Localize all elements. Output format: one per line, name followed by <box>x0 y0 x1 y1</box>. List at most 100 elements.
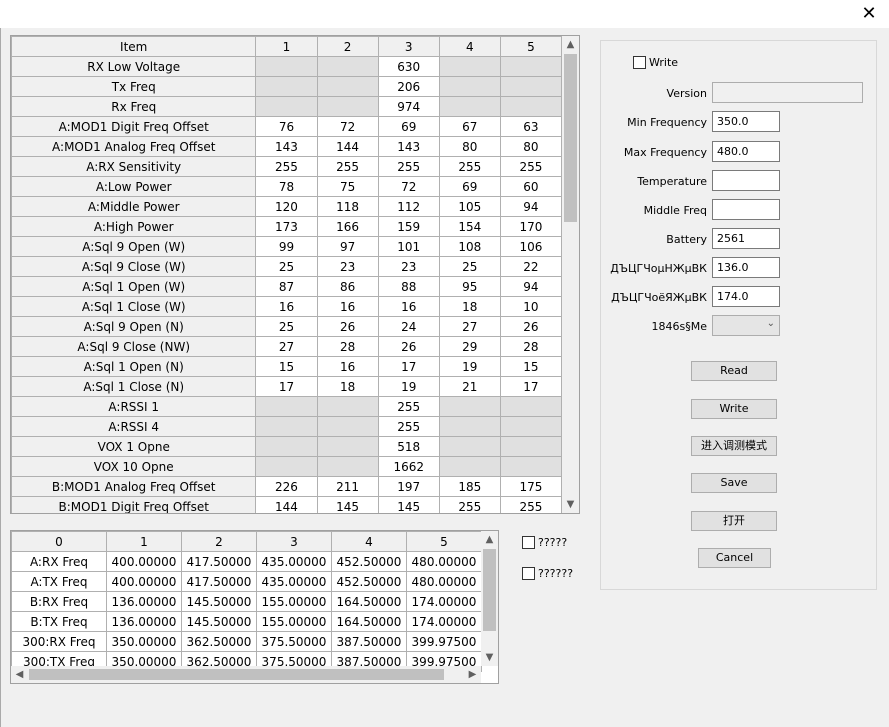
table-cell[interactable]: 16 <box>316 296 379 317</box>
option-checkbox-1[interactable]: ????? <box>522 536 567 549</box>
table-cell[interactable]: 974 <box>377 96 440 117</box>
battery-field[interactable]: 2561 <box>712 228 780 249</box>
write-checkbox[interactable]: Write <box>633 56 678 69</box>
cancel-button[interactable]: Cancel <box>698 548 771 568</box>
table-cell[interactable] <box>255 436 318 457</box>
table-cell[interactable]: 255 <box>255 156 318 177</box>
middle-freq-field[interactable] <box>712 199 780 220</box>
table-cell[interactable]: 145.50000 <box>181 611 257 632</box>
table-cell[interactable]: 417.50000 <box>181 551 257 572</box>
table-cell[interactable]: 23 <box>377 256 440 277</box>
table-cell[interactable]: 255 <box>438 156 501 177</box>
table-cell[interactable] <box>438 456 501 477</box>
table-cell[interactable]: 255 <box>499 156 563 177</box>
chevron-down-icon[interactable]: ⌄ <box>767 318 775 329</box>
table-cell[interactable]: 10 <box>499 296 563 317</box>
table-cell[interactable]: 72 <box>316 116 379 137</box>
table-cell[interactable]: 60 <box>499 176 563 197</box>
table-cell[interactable]: 350.00000 <box>106 631 182 652</box>
row-label[interactable]: A:Sql 1 Open (W) <box>11 276 257 297</box>
table-cell[interactable]: 399.97500 <box>406 631 482 652</box>
table-cell[interactable] <box>316 56 379 77</box>
calibration-vertical-scrollbar[interactable]: ▲ ▼ <box>562 36 579 513</box>
row-label[interactable]: VOX 1 Opne <box>11 436 257 457</box>
frequency-horizontal-scrollbar[interactable]: ◀ ▶ <box>11 666 481 683</box>
table-cell[interactable]: 28 <box>316 336 379 357</box>
table-cell[interactable]: 452.50000 <box>331 551 407 572</box>
scroll-up-icon[interactable]: ▲ <box>481 531 498 548</box>
row-label[interactable]: A:Sql 9 Open (W) <box>11 236 257 257</box>
row-label[interactable]: A:Sql 9 Close (NW) <box>11 336 257 357</box>
table-cell[interactable]: 16 <box>255 296 318 317</box>
table-cell[interactable]: 67 <box>438 116 501 137</box>
table-cell[interactable]: 173 <box>255 216 318 237</box>
table-cell[interactable]: 164.50000 <box>331 611 407 632</box>
version-field[interactable] <box>712 82 863 103</box>
table-cell[interactable]: 97 <box>316 236 379 257</box>
table-cell[interactable] <box>499 96 563 117</box>
row-label[interactable]: A:RX Sensitivity <box>11 156 257 177</box>
table-cell[interactable] <box>499 76 563 97</box>
table-cell[interactable]: 400.00000 <box>106 571 182 592</box>
table-cell[interactable]: 16 <box>377 296 440 317</box>
table-cell[interactable]: 19 <box>438 356 501 377</box>
table-cell[interactable]: 155.00000 <box>256 591 332 612</box>
table-cell[interactable] <box>255 56 318 77</box>
scrollbar-thumb[interactable] <box>483 549 496 631</box>
row-label[interactable]: A:Low Power <box>11 176 257 197</box>
row-label[interactable]: B:MOD1 Digit Freq Offset <box>11 496 257 513</box>
row-label[interactable]: A:Sql 1 Open (N) <box>11 356 257 377</box>
table-cell[interactable]: 69 <box>438 176 501 197</box>
row-label[interactable]: 300:RX Freq <box>11 631 107 652</box>
table-cell[interactable] <box>316 456 379 477</box>
row-label[interactable]: A:Sql 9 Close (W) <box>11 256 257 277</box>
table-cell[interactable]: 19 <box>377 376 440 397</box>
table-cell[interactable]: 106 <box>499 236 563 257</box>
table-cell[interactable]: 435.00000 <box>256 571 332 592</box>
table-cell[interactable]: 400.00000 <box>106 551 182 572</box>
table-cell[interactable] <box>438 96 501 117</box>
scrollbar-thumb[interactable] <box>564 54 577 222</box>
close-icon[interactable]: ✕ <box>859 3 879 24</box>
write-button[interactable]: Write <box>691 399 777 419</box>
table-cell[interactable] <box>255 96 318 117</box>
scrollbar-thumb[interactable] <box>29 669 444 680</box>
row-label[interactable]: A:Sql 9 Open (N) <box>11 316 257 337</box>
row-label[interactable]: A:Sql 1 Close (W) <box>11 296 257 317</box>
table-cell[interactable] <box>255 396 318 417</box>
checkbox-box[interactable] <box>522 567 535 580</box>
table-cell[interactable]: 21 <box>438 376 501 397</box>
table-cell[interactable]: 480.00000 <box>406 571 482 592</box>
row-label[interactable]: B:TX Freq <box>11 611 107 632</box>
table-cell[interactable]: 197 <box>377 476 440 497</box>
scroll-left-icon[interactable]: ◀ <box>11 666 28 683</box>
table-cell[interactable] <box>255 76 318 97</box>
row-label[interactable]: Tx Freq <box>11 76 257 97</box>
table-cell[interactable]: 95 <box>438 276 501 297</box>
table-cell[interactable] <box>316 76 379 97</box>
table-cell[interactable]: 174.00000 <box>406 591 482 612</box>
max-frequency-field[interactable]: 480.0 <box>712 141 780 162</box>
table-cell[interactable]: 75 <box>316 176 379 197</box>
table-cell[interactable] <box>255 456 318 477</box>
table-cell[interactable]: 417.50000 <box>181 571 257 592</box>
table-cell[interactable]: 255 <box>377 156 440 177</box>
table-cell[interactable]: 25 <box>255 256 318 277</box>
open-button[interactable]: 打开 <box>691 511 777 531</box>
table-cell[interactable]: 226 <box>255 476 318 497</box>
table-cell[interactable]: 145.50000 <box>181 591 257 612</box>
table-cell[interactable]: 72 <box>377 176 440 197</box>
table-cell[interactable]: 24 <box>377 316 440 337</box>
table-cell[interactable]: 112 <box>377 196 440 217</box>
table-cell[interactable]: 17 <box>255 376 318 397</box>
frequency-vertical-scrollbar[interactable]: ▲ ▼ <box>481 531 498 666</box>
table-cell[interactable]: 78 <box>255 176 318 197</box>
table-cell[interactable]: 144 <box>316 136 379 157</box>
row-label[interactable]: A:Middle Power <box>11 196 257 217</box>
table-cell[interactable]: 166 <box>316 216 379 237</box>
table-cell[interactable] <box>438 76 501 97</box>
table-cell[interactable]: 136.00000 <box>106 611 182 632</box>
table-cell[interactable]: 452.50000 <box>331 571 407 592</box>
table-cell[interactable] <box>316 396 379 417</box>
table-cell[interactable]: 159 <box>377 216 440 237</box>
